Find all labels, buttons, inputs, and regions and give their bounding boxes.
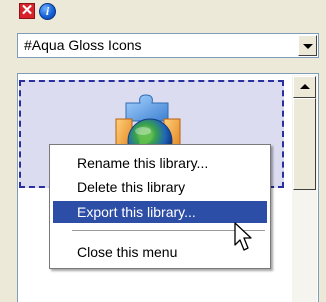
library-select[interactable]: #Aqua Gloss Icons: [17, 33, 319, 58]
menu-item-rename-library[interactable]: Rename this library...: [53, 152, 267, 174]
close-icon[interactable]: ✕: [19, 3, 35, 19]
mouse-pointer-icon: [234, 222, 252, 251]
library-select-value: #Aqua Gloss Icons: [24, 37, 142, 53]
chevron-down-icon[interactable]: [298, 35, 317, 56]
info-icon[interactable]: i: [39, 3, 56, 20]
menu-item-delete-library[interactable]: Delete this library: [53, 176, 267, 198]
scroll-up-button[interactable]: [293, 76, 316, 98]
scroll-thumb[interactable]: [293, 98, 316, 190]
menu-item-export-library[interactable]: Export this library...: [53, 201, 267, 223]
